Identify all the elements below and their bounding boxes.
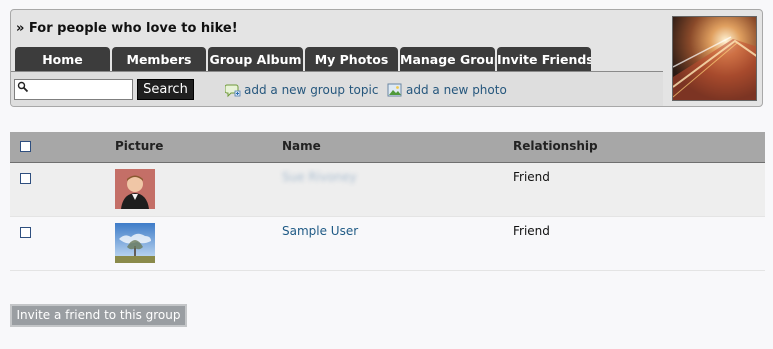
column-name: Name — [282, 139, 321, 153]
add-photo-icon — [387, 83, 402, 97]
column-picture: Picture — [115, 139, 164, 153]
tab-members[interactable]: Members — [112, 47, 206, 71]
search-input[interactable] — [31, 81, 129, 97]
member-relationship: Friend — [513, 224, 550, 238]
member-relationship: Friend — [513, 170, 550, 184]
tab-group-album[interactable]: Group Album — [208, 47, 303, 71]
table-header: Picture Name Relationship — [10, 132, 765, 163]
invite-friend-button[interactable]: Invite a friend to this group — [10, 304, 187, 327]
column-relationship: Relationship — [513, 139, 598, 153]
group-photo[interactable] — [672, 16, 757, 101]
member-name-link[interactable]: Sample User — [282, 224, 358, 238]
row-checkbox[interactable] — [20, 173, 31, 184]
tab-invite-friends[interactable]: Invite Friends — [497, 47, 591, 71]
magnifier-icon — [17, 81, 29, 93]
add-photo-label: add a new photo — [406, 83, 507, 97]
select-all-checkbox[interactable] — [20, 141, 31, 152]
group-photo-image — [673, 17, 756, 100]
member-photo — [115, 169, 155, 209]
member-avatar[interactable] — [115, 169, 155, 209]
add-topic-icon — [225, 84, 241, 98]
tab-home[interactable]: Home — [15, 47, 110, 71]
search-field[interactable] — [14, 79, 133, 100]
tab-my-photos[interactable]: My Photos — [305, 47, 398, 71]
member-name-link[interactable]: Sue Rivoney — [282, 170, 357, 184]
row-checkbox[interactable] — [20, 227, 31, 238]
members-table: Picture Name Relationship Sue Rivoney Fr… — [10, 132, 765, 271]
member-photo — [115, 223, 155, 263]
table-row: Sample User Friend — [10, 217, 765, 271]
member-avatar[interactable] — [115, 223, 155, 263]
add-group-topic-label: add a new group topic — [244, 83, 379, 97]
group-toolbar: Search add a new group topic add a new p… — [11, 71, 663, 106]
group-title: » For people who love to hike! — [16, 21, 238, 36]
table-row: Sue Rivoney Friend — [10, 163, 765, 217]
group-header: » For people who love to hike! Home Memb… — [10, 9, 763, 107]
search-button[interactable]: Search — [137, 79, 194, 100]
tab-manage-group[interactable]: Manage Group — [400, 47, 495, 71]
